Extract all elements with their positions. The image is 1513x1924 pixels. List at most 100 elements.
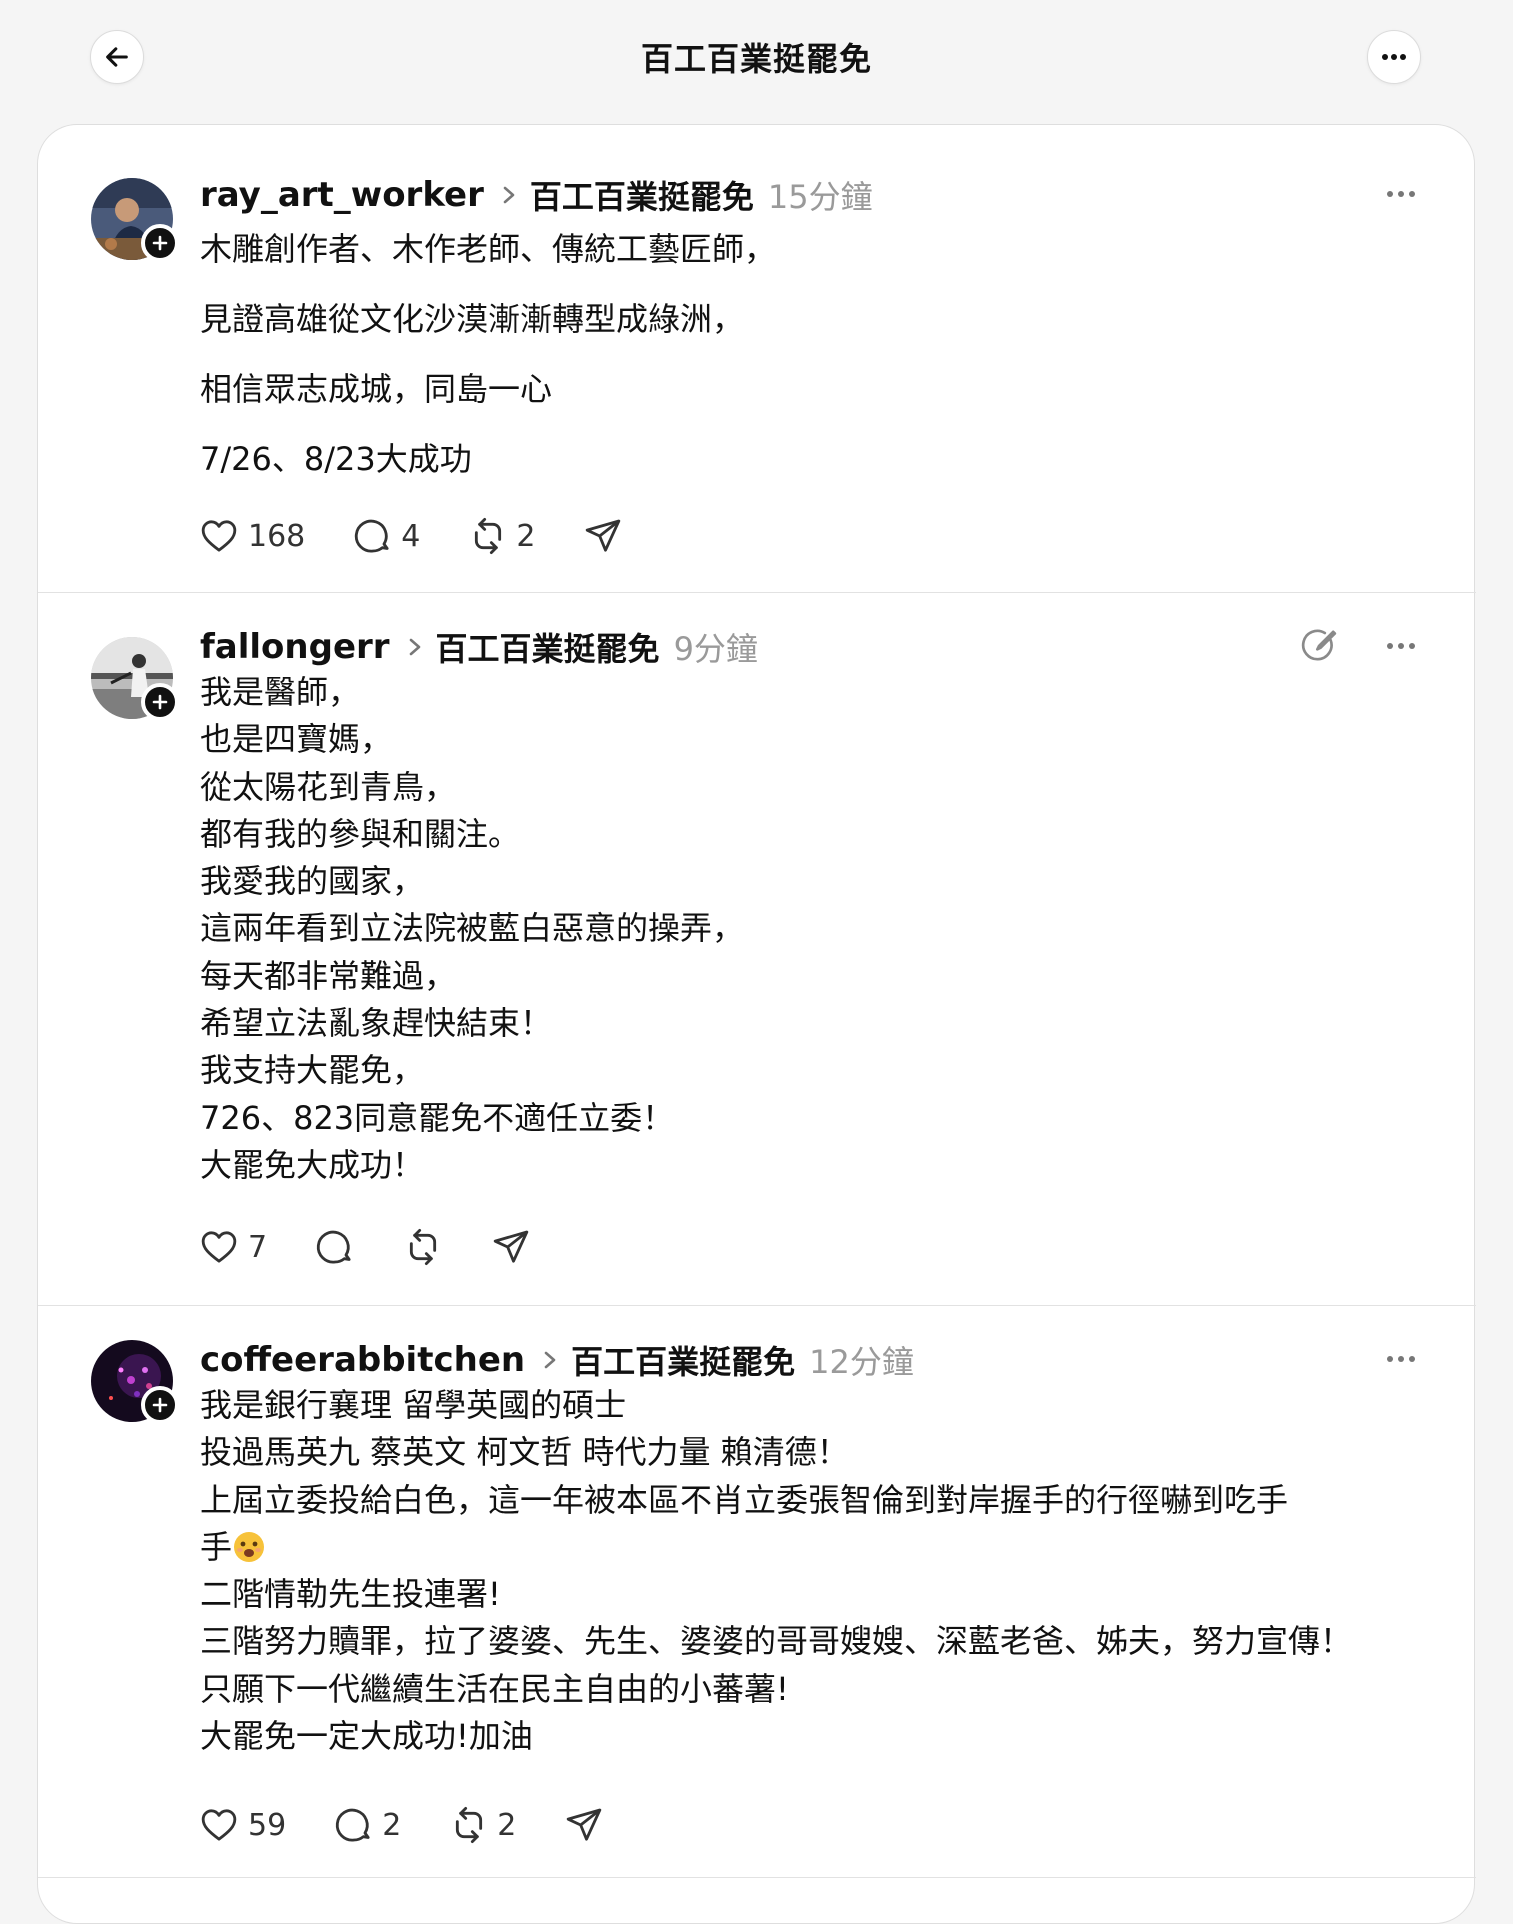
like-count: 7 [248,1229,268,1265]
repost-icon [410,1228,437,1266]
ellipsis-icon [1387,1356,1415,1362]
post-paragraph: 相信眾志成城，同島一心 [200,370,553,408]
post-paragraph: 7/26、8/23大成功 [200,440,472,478]
follow-button[interactable] [141,683,179,721]
chevron-right-icon [408,637,422,657]
melting-face-emoji-icon [234,1531,265,1562]
post-more-button[interactable] [1378,179,1424,209]
post-actions: 7 [198,1222,579,1272]
quote-edit-button[interactable] [1296,623,1342,669]
post-more-button[interactable] [1378,631,1424,661]
post-line: 大罷免一定大成功!加油 [200,1717,533,1756]
like-button[interactable]: 168 [198,516,305,556]
avatar-wrap[interactable] [91,1340,179,1424]
post-time: 15分鐘 [767,178,873,216]
post-line: 都有我的參與和關注。 [200,814,521,853]
share-button[interactable] [583,516,623,556]
username[interactable]: ray_art_worker [200,175,484,215]
post-actions: 59 2 2 [198,1800,652,1850]
top-bar: 百工百業挺罷免 [0,0,1513,122]
post-line: 大罷免大成功！ [200,1145,425,1184]
ellipsis-icon [1387,643,1415,649]
edit-circle-icon [1301,629,1337,661]
post-line-text: 手 [200,1527,233,1566]
comment-button[interactable]: 4 [353,516,420,556]
ellipsis-icon [1387,191,1415,197]
comment-icon [336,1808,370,1842]
post-line: 二階情勒先生投連署! [200,1575,501,1614]
like-button[interactable]: 59 [198,1805,286,1845]
post-body: 我是銀行襄理 留學英國的碩士 投過馬英九 蔡英文 柯文哲 時代力量 賴清德！ 上… [200,1382,1430,1760]
heart-icon [201,520,237,552]
avatar-wrap[interactable] [91,637,179,721]
post-line: 只願下一代繼續生活在民主自由的小蕃薯! [200,1669,789,1708]
username[interactable]: coffeerabbitchen [200,1340,525,1380]
avatar-wrap[interactable] [91,178,179,262]
plus-icon [152,1397,168,1413]
post-body: 木雕創作者、木作老師、傳統工藝匠師， 見證高雄從文化沙漠漸漸轉型成綠洲， 相信眾… [200,225,1430,483]
heart-icon [201,1809,237,1841]
post-header: fallongerr 百工百業挺罷免 9分鐘 [200,625,758,669]
post-line: 我支持大罷免， [200,1051,425,1090]
repost-count: 2 [516,518,536,554]
plus-icon [152,235,168,251]
comment-button[interactable] [315,1227,355,1267]
post-actions: 168 4 2 [198,511,671,561]
post-line: 從太陽花到青鳥， [200,767,457,806]
send-icon [567,1808,602,1841]
post: coffeerabbitchen 百工百業挺罷免 12分鐘 我是銀行襄理 留學英… [38,1306,1476,1878]
post-line: 我是醫師， [200,673,361,711]
share-button[interactable] [491,1227,531,1267]
comment-count: 4 [401,518,421,554]
feed-card: ray_art_worker 百工百業挺罷免 15分鐘 木雕創作者、木作老師、傳… [37,124,1476,1924]
ellipsis-icon [1382,54,1406,60]
repost-button[interactable]: 2 [468,516,535,556]
post-paragraph: 木雕創作者、木作老師、傳統工藝匠師， [200,230,777,268]
post-line: 希望立法亂象趕快結束！ [200,1004,553,1043]
plus-icon [152,694,168,710]
send-icon [493,1230,529,1263]
post-line: 上屆立委投給白色，這一年被本區不肖立委張智倫到對岸握手的行徑嚇到吃手 [200,1480,1289,1519]
post-line: 投過馬英九 蔡英文 柯文哲 時代力量 賴清德！ [200,1433,849,1472]
more-options-button[interactable] [1367,30,1421,84]
repost-count: 2 [497,1807,517,1843]
comment-icon [355,519,389,553]
comment-count: 2 [382,1807,402,1843]
post-line: 三階努力贖罪，拉了婆婆、先生、婆婆的哥哥嫂嫂、深藍老爸、姊夫，努力宣傳！ [200,1622,1353,1661]
post-line: 手 [200,1524,1430,1571]
post-line: 726、823同意罷免不適任立委！ [200,1098,675,1137]
post-header: ray_art_worker 百工百業挺罷免 15分鐘 [200,173,873,217]
post: ray_art_worker 百工百業挺罷免 15分鐘 木雕創作者、木作老師、傳… [38,125,1476,593]
post-line: 也是四寶媽， [200,720,393,759]
like-count: 168 [248,518,306,554]
follow-button[interactable] [141,224,179,262]
comment-button[interactable]: 2 [334,1805,401,1845]
repost-icon [475,517,502,555]
post-more-button[interactable] [1378,1344,1424,1374]
chevron-right-icon [543,1350,557,1370]
like-count: 59 [248,1807,287,1843]
post: fallongerr 百工百業挺罷免 9分鐘 我是醫師， 也是四寶媽， 從太陽花… [38,593,1476,1306]
repost-button[interactable] [403,1227,443,1267]
post-time: 9分鐘 [673,630,758,668]
follow-button[interactable] [141,1386,179,1424]
share-button[interactable] [564,1805,604,1845]
username[interactable]: fallongerr [200,627,390,667]
post-line: 我是銀行襄理 留學英國的碩士 [200,1386,627,1424]
repost-icon [456,1806,483,1844]
post-body: 我是醫師， 也是四寶媽， 從太陽花到青鳥， 都有我的參與和關注。 我愛我的國家，… [200,669,1430,1189]
send-icon [586,519,621,552]
repost-button[interactable]: 2 [449,1805,516,1845]
post-line: 我愛我的國家， [200,862,425,901]
community-link[interactable]: 百工百業挺罷免 [571,1337,795,1383]
page-title: 百工百業挺罷免 [640,40,872,78]
heart-icon [201,1231,237,1263]
chevron-right-icon [502,185,516,205]
post-paragraph: 見證高雄從文化沙漠漸漸轉型成綠洲， [200,300,745,338]
comment-icon [316,1230,351,1264]
post-line: 這兩年看到立法院被藍白惡意的操弄， [200,909,745,948]
community-link[interactable]: 百工百業挺罷免 [436,624,660,670]
community-link[interactable]: 百工百業挺罷免 [530,172,754,218]
like-button[interactable]: 7 [198,1227,267,1267]
post-line: 每天都非常難過， [200,956,457,995]
